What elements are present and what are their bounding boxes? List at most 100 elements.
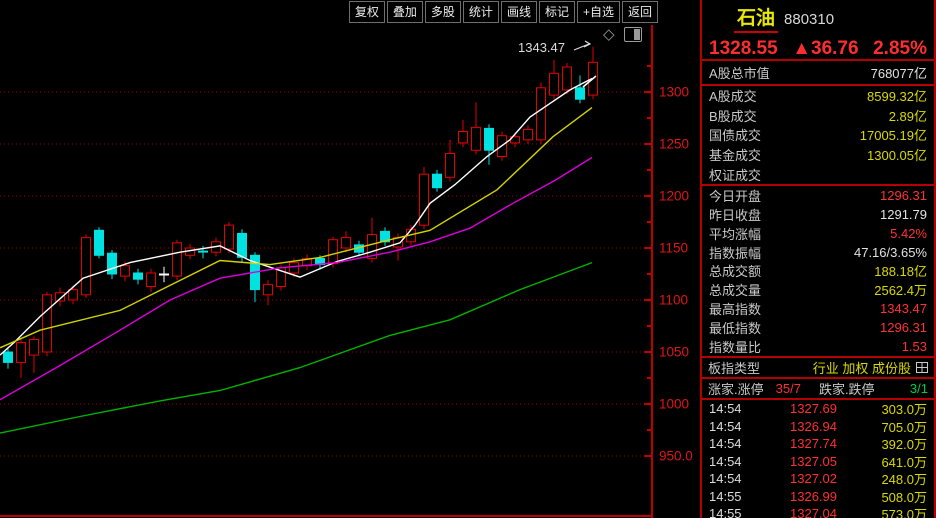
tick-time: 14:54	[709, 436, 759, 451]
quote-header: 石油 880310 1328.55 ▲36.76 2.85%	[702, 0, 934, 59]
tick-price: 1327.05	[759, 454, 837, 469]
tick-volume: 508.0万	[837, 487, 927, 506]
tick-volume: 705.0万	[837, 417, 927, 436]
stat-value: 2562.4万	[874, 280, 927, 299]
annotation-arrowhead	[584, 41, 590, 47]
stat-row: 今日开盘 1296.31	[702, 186, 934, 205]
svg-text:1150: 1150	[659, 241, 688, 256]
stat-row: B股成交 2.89亿	[702, 106, 934, 126]
last-price: 1328.55	[709, 38, 778, 60]
candlestick-chart-area[interactable]: 1300125012001150110010501000950.0 复权 叠加 …	[0, 0, 700, 518]
svg-text:1100: 1100	[659, 293, 688, 308]
tick-time: 14:55	[709, 506, 759, 518]
stat-row: 最高指数 1343.47	[702, 299, 934, 318]
tick-price: 1327.69	[759, 401, 837, 416]
tick-row: 14:54 1327.69 303.0万	[702, 400, 934, 418]
stat-label: 权证成交	[709, 165, 761, 184]
stat-value: 1296.31	[880, 188, 927, 203]
advance-decline-row: 涨家.涨停 35/7 跌家.跌停 3/1	[702, 377, 934, 398]
turnover-section: A股成交 8599.32亿 B股成交 2.89亿 国债成交 17005.19亿 …	[702, 86, 934, 184]
decliners-label: 跌家.跌停	[819, 379, 875, 398]
stat-row: 总成交额 188.18亿	[702, 262, 934, 281]
y-axis-labels: 1300125012001150110010501000950.0	[659, 85, 693, 464]
quote-panel: 石油 880310 1328.55 ▲36.76 2.85% A股总市值 768…	[700, 0, 936, 518]
stat-row: 国债成交 17005.19亿	[702, 125, 934, 145]
tick-time: 14:54	[709, 401, 759, 416]
high-price-annotation: 1343.47	[518, 40, 565, 55]
toolbar-button[interactable]: +自选	[577, 1, 620, 23]
stat-value: 1.53	[902, 339, 927, 354]
tick-row: 14:54 1327.02 248.0万	[702, 470, 934, 488]
stock-code: 880310	[784, 11, 834, 28]
stat-value: 1291.79	[880, 207, 927, 222]
board-type-row: 板指类型 行业 加权 成份股	[702, 356, 934, 377]
chart-toolbar: 复权 叠加 多股 统计 画线 标记 +自选 返回	[349, 1, 658, 23]
stat-value: 1343.47	[880, 301, 927, 316]
stat-value: 5.42%	[890, 226, 927, 241]
stat-label: B股成交	[709, 106, 757, 125]
tick-price: 1326.99	[759, 489, 837, 504]
tick-time: 14:54	[709, 454, 759, 469]
svg-text:1050: 1050	[659, 345, 689, 360]
market-cap-row: A股总市值 768077亿	[702, 59, 934, 86]
change-percent: 2.85%	[873, 38, 927, 60]
tick-time: 14:54	[709, 471, 759, 486]
tick-volume: 248.0万	[837, 469, 927, 488]
price-chart-svg[interactable]: 1300125012001150110010501000950.0	[0, 0, 700, 518]
stat-label: A股总市值	[709, 63, 770, 82]
stat-row: 最低指数 1296.31	[702, 318, 934, 337]
toolbar-button[interactable]: 返回	[622, 1, 658, 23]
tick-volume: 303.0万	[837, 399, 927, 418]
toolbar-button[interactable]: 叠加	[387, 1, 423, 23]
tick-row: 14:54 1327.05 641.0万	[702, 452, 934, 470]
toolbar-button[interactable]: 复权	[349, 1, 385, 23]
chart-corner-icons: ◇	[603, 27, 642, 42]
split-screen-icon[interactable]	[624, 27, 642, 42]
tick-volume: 573.0万	[837, 504, 927, 518]
candles	[4, 47, 598, 378]
toolbar-button[interactable]: 标记	[539, 1, 575, 23]
constituents-grid-icon[interactable]	[916, 362, 928, 373]
stat-row: 平均涨幅 5.42%	[702, 224, 934, 243]
stat-row: 总成交量 2562.4万	[702, 280, 934, 299]
stat-label: 总成交额	[709, 261, 761, 280]
stat-row: 指数振幅 47.16/3.65%	[702, 243, 934, 262]
tick-row: 14:55 1327.04 573.0万	[702, 505, 934, 518]
tick-price: 1327.74	[759, 436, 837, 451]
decliners-value: 3/1	[875, 381, 928, 396]
toolbar-button[interactable]: 多股	[425, 1, 461, 23]
tick-price: 1327.02	[759, 471, 837, 486]
svg-text:1250: 1250	[659, 137, 689, 152]
stat-row: A股成交 8599.32亿	[702, 86, 934, 106]
stat-value: 1296.31	[880, 320, 927, 335]
stat-value: 47.16/3.65%	[854, 245, 927, 260]
stat-row: 权证成交	[702, 164, 934, 184]
ma-line-white	[0, 79, 592, 356]
stat-label: 总成交量	[709, 280, 761, 299]
board-type-values[interactable]: 行业 加权 成份股	[813, 358, 928, 377]
toolbar-button[interactable]: 画线	[501, 1, 537, 23]
diamond-marker-icon[interactable]: ◇	[603, 27, 615, 42]
board-type-options[interactable]: 行业 加权 成份股	[813, 358, 911, 377]
tick-volume: 392.0万	[837, 434, 927, 453]
stat-row: 基金成交 1300.05亿	[702, 145, 934, 165]
advancers-value: 35/7	[776, 381, 801, 396]
tick-volume: 641.0万	[837, 452, 927, 471]
stat-label: 指数量比	[709, 337, 761, 356]
tick-price: 1327.04	[759, 506, 837, 518]
tick-list[interactable]: 14:54 1327.69 303.0万 14:54 1326.94 705.0…	[702, 398, 934, 518]
tick-time: 14:54	[709, 419, 759, 434]
stat-value: 768077亿	[871, 63, 927, 82]
price-change: ▲36.76	[792, 38, 858, 60]
advancers-label: 涨家.涨停	[708, 379, 764, 398]
stat-label: 指数振幅	[709, 243, 761, 262]
stat-label: A股成交	[709, 86, 757, 105]
tick-row: 14:54 1326.94 705.0万	[702, 417, 934, 435]
stat-value: 1300.05亿	[867, 145, 927, 164]
stat-label: 最低指数	[709, 318, 761, 337]
stat-label: 基金成交	[709, 145, 761, 164]
daily-stats-section: 今日开盘 1296.31 昨日收盘 1291.79 平均涨幅 5.42% 指数振…	[702, 184, 934, 356]
stat-value: 8599.32亿	[867, 86, 927, 105]
toolbar-button[interactable]: 统计	[463, 1, 499, 23]
gridlines	[0, 66, 652, 456]
